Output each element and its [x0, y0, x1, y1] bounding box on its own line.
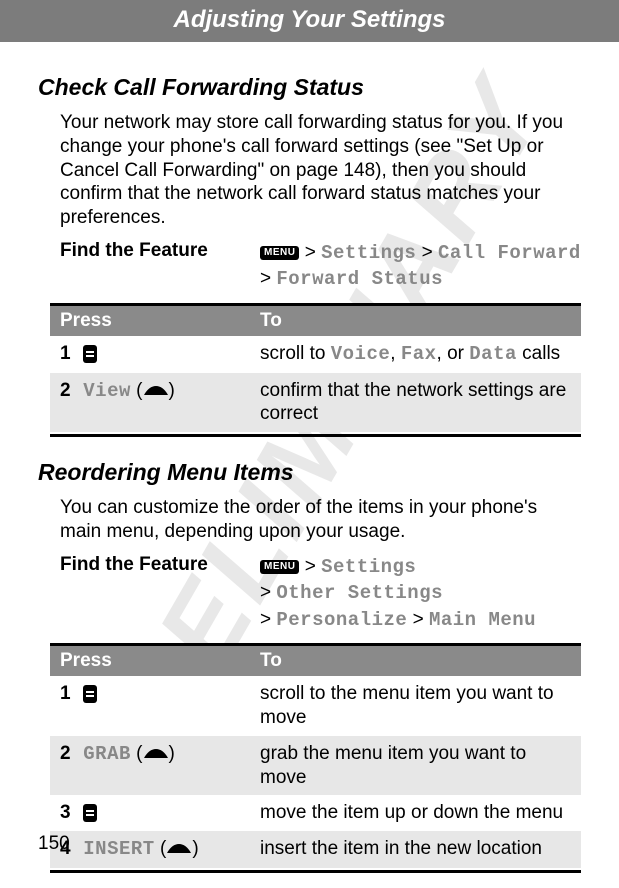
softkey-icon [166, 843, 192, 855]
insert-button-label: INSERT [83, 838, 154, 860]
step-number: 1 [60, 682, 78, 706]
softkey-icon [143, 748, 169, 760]
text: , or [437, 343, 470, 364]
section2-steps-table: Press To 1 scroll to the menu item you w… [50, 643, 581, 868]
nav-key-icon [83, 685, 97, 703]
table-row: 4 INSERT () insert the item in the new l… [50, 831, 581, 868]
path-settings: Settings [321, 556, 416, 578]
section2-path: MENU > Settings > Other Settings > Perso… [260, 554, 536, 634]
step-description: move the item up or down the menu [250, 795, 581, 831]
step-number: 1 [60, 342, 78, 366]
grab-button-label: GRAB [83, 743, 131, 765]
step-description: confirm that the network settings are co… [250, 373, 581, 433]
find-feature-label: Find the Feature [60, 554, 260, 634]
step-description: insert the item in the new location [250, 831, 581, 868]
step-number: 3 [60, 801, 78, 825]
fax-label: Fax [401, 343, 437, 365]
section1-path: MENU > Settings > Call Forward > Forward… [260, 240, 581, 293]
step-number: 2 [60, 742, 78, 766]
view-button-label: View [83, 380, 131, 402]
path-personalize: Personalize [276, 609, 407, 631]
data-label: Data [469, 343, 517, 365]
step-description: grab the menu item you want to move [250, 736, 581, 796]
voice-label: Voice [331, 343, 391, 365]
table-bottom-rule [50, 434, 581, 437]
softkey-icon [143, 385, 169, 397]
menu-key-icon: MENU [260, 560, 299, 574]
path-other-settings: Other Settings [276, 582, 443, 604]
text: calls [517, 343, 560, 364]
section1-steps-table: Press To 1 scroll to Voice, Fax, or Data… [50, 303, 581, 432]
step-description: scroll to Voice, Fax, or Data calls [250, 336, 581, 373]
section2-find-feature: Find the Feature MENU > Settings > Other… [60, 554, 581, 634]
path-forward-status: Forward Status [276, 268, 443, 290]
find-feature-label: Find the Feature [60, 240, 260, 293]
table-bottom-rule [50, 870, 581, 873]
step-description: scroll to the menu item you want to move [250, 676, 581, 736]
col-press: Press [50, 645, 250, 677]
section1-title: Check Call Forwarding Status [38, 74, 581, 101]
nav-key-icon [83, 804, 97, 822]
table-row: 1 scroll to Voice, Fax, or Data calls [50, 336, 581, 373]
section1-body: Your network may store call forwarding s… [60, 111, 581, 230]
page-number: 150 [38, 833, 70, 855]
col-to: To [250, 645, 581, 677]
col-press: Press [50, 304, 250, 336]
page-header: Adjusting Your Settings [0, 0, 619, 42]
path-call-forward: Call Forward [438, 242, 581, 264]
path-main-menu: Main Menu [429, 609, 536, 631]
table-row: 2 View () confirm that the network setti… [50, 373, 581, 433]
table-row: 3 move the item up or down the menu [50, 795, 581, 831]
section2-body: You can customize the order of the items… [60, 496, 581, 544]
menu-key-icon: MENU [260, 246, 299, 260]
text: , [390, 343, 401, 364]
section2-title: Reordering Menu Items [38, 459, 581, 486]
section1-find-feature: Find the Feature MENU > Settings > Call … [60, 240, 581, 293]
table-row: 2 GRAB () grab the menu item you want to… [50, 736, 581, 796]
path-settings: Settings [321, 242, 416, 264]
table-row: 1 scroll to the menu item you want to mo… [50, 676, 581, 736]
nav-key-icon [83, 345, 97, 363]
text: scroll to [260, 343, 331, 364]
col-to: To [250, 304, 581, 336]
step-number: 2 [60, 379, 78, 403]
page-content: Adjusting Your Settings Check Call Forwa… [0, 0, 619, 873]
